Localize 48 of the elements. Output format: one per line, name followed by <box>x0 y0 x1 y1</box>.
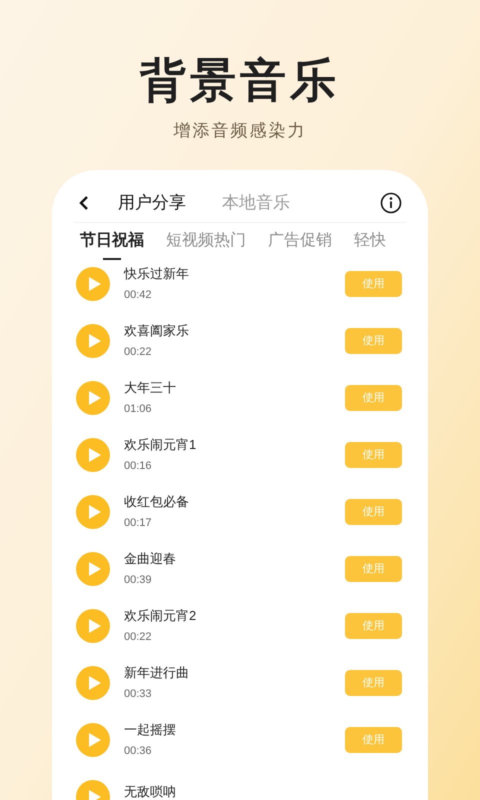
play-icon[interactable] <box>76 381 110 415</box>
category-tab[interactable]: 短视频热门 <box>166 228 246 252</box>
track-duration: 00:33 <box>124 686 153 702</box>
use-button[interactable]: 使用 <box>345 556 402 582</box>
play-icon[interactable] <box>76 438 110 472</box>
header-tab[interactable]: 用户分享 <box>118 190 186 216</box>
track-duration: 01:06 <box>124 402 153 417</box>
category-tab[interactable]: 轻快 <box>354 228 386 252</box>
use-button[interactable]: 使用 <box>345 613 402 639</box>
track-title: 收红包必备 <box>124 492 190 511</box>
track-title: 快乐过新年 <box>124 264 190 283</box>
tab-underline <box>103 258 121 260</box>
track-duration: 00:17 <box>124 516 153 531</box>
track-title: 一起摇摆 <box>124 720 177 739</box>
track-title: 金曲迎春 <box>124 550 177 568</box>
track-title: 新年进行曲 <box>124 664 190 682</box>
track-duration: 00:42 <box>124 288 153 303</box>
track-duration: 00:39 <box>124 572 153 588</box>
header-tab[interactable]: 本地音乐 <box>222 190 290 216</box>
play-icon[interactable] <box>76 666 110 700</box>
play-icon[interactable] <box>76 324 110 358</box>
track-duration: 00:22 <box>124 344 153 360</box>
use-button[interactable]: 使用 <box>345 499 402 525</box>
play-icon[interactable] <box>76 267 110 301</box>
use-button[interactable]: 使用 <box>345 727 402 753</box>
use-button[interactable]: 使用 <box>345 442 402 468</box>
play-icon[interactable] <box>76 495 110 529</box>
use-button[interactable]: 使用 <box>345 385 402 411</box>
play-icon[interactable] <box>76 723 110 757</box>
play-icon[interactable] <box>76 552 110 586</box>
track-duration: 00:16 <box>124 458 153 474</box>
info-icon[interactable] <box>380 192 402 214</box>
play-icon[interactable] <box>76 609 110 643</box>
track-duration: 00:22 <box>124 630 153 645</box>
track-title: 欢乐闹元宵1 <box>124 436 198 454</box>
track-title: 大年三十 <box>124 378 177 397</box>
track-duration: 00:36 <box>124 744 153 759</box>
back-icon[interactable] <box>78 194 90 210</box>
category-tab[interactable]: 广告促销 <box>268 228 332 252</box>
track-title: 无敌唢呐 <box>124 783 177 800</box>
subtitle: 增添音频感染力 <box>174 120 306 142</box>
track-title: 欢乐闹元宵2 <box>124 606 198 625</box>
track-title: 欢喜阖家乐 <box>124 322 190 340</box>
use-button[interactable]: 使用 <box>345 328 402 354</box>
headline: 背景音乐 <box>140 53 340 108</box>
category-tab[interactable]: 节日祝福 <box>74 228 144 252</box>
use-button[interactable]: 使用 <box>345 670 402 696</box>
use-button[interactable]: 使用 <box>345 271 402 297</box>
